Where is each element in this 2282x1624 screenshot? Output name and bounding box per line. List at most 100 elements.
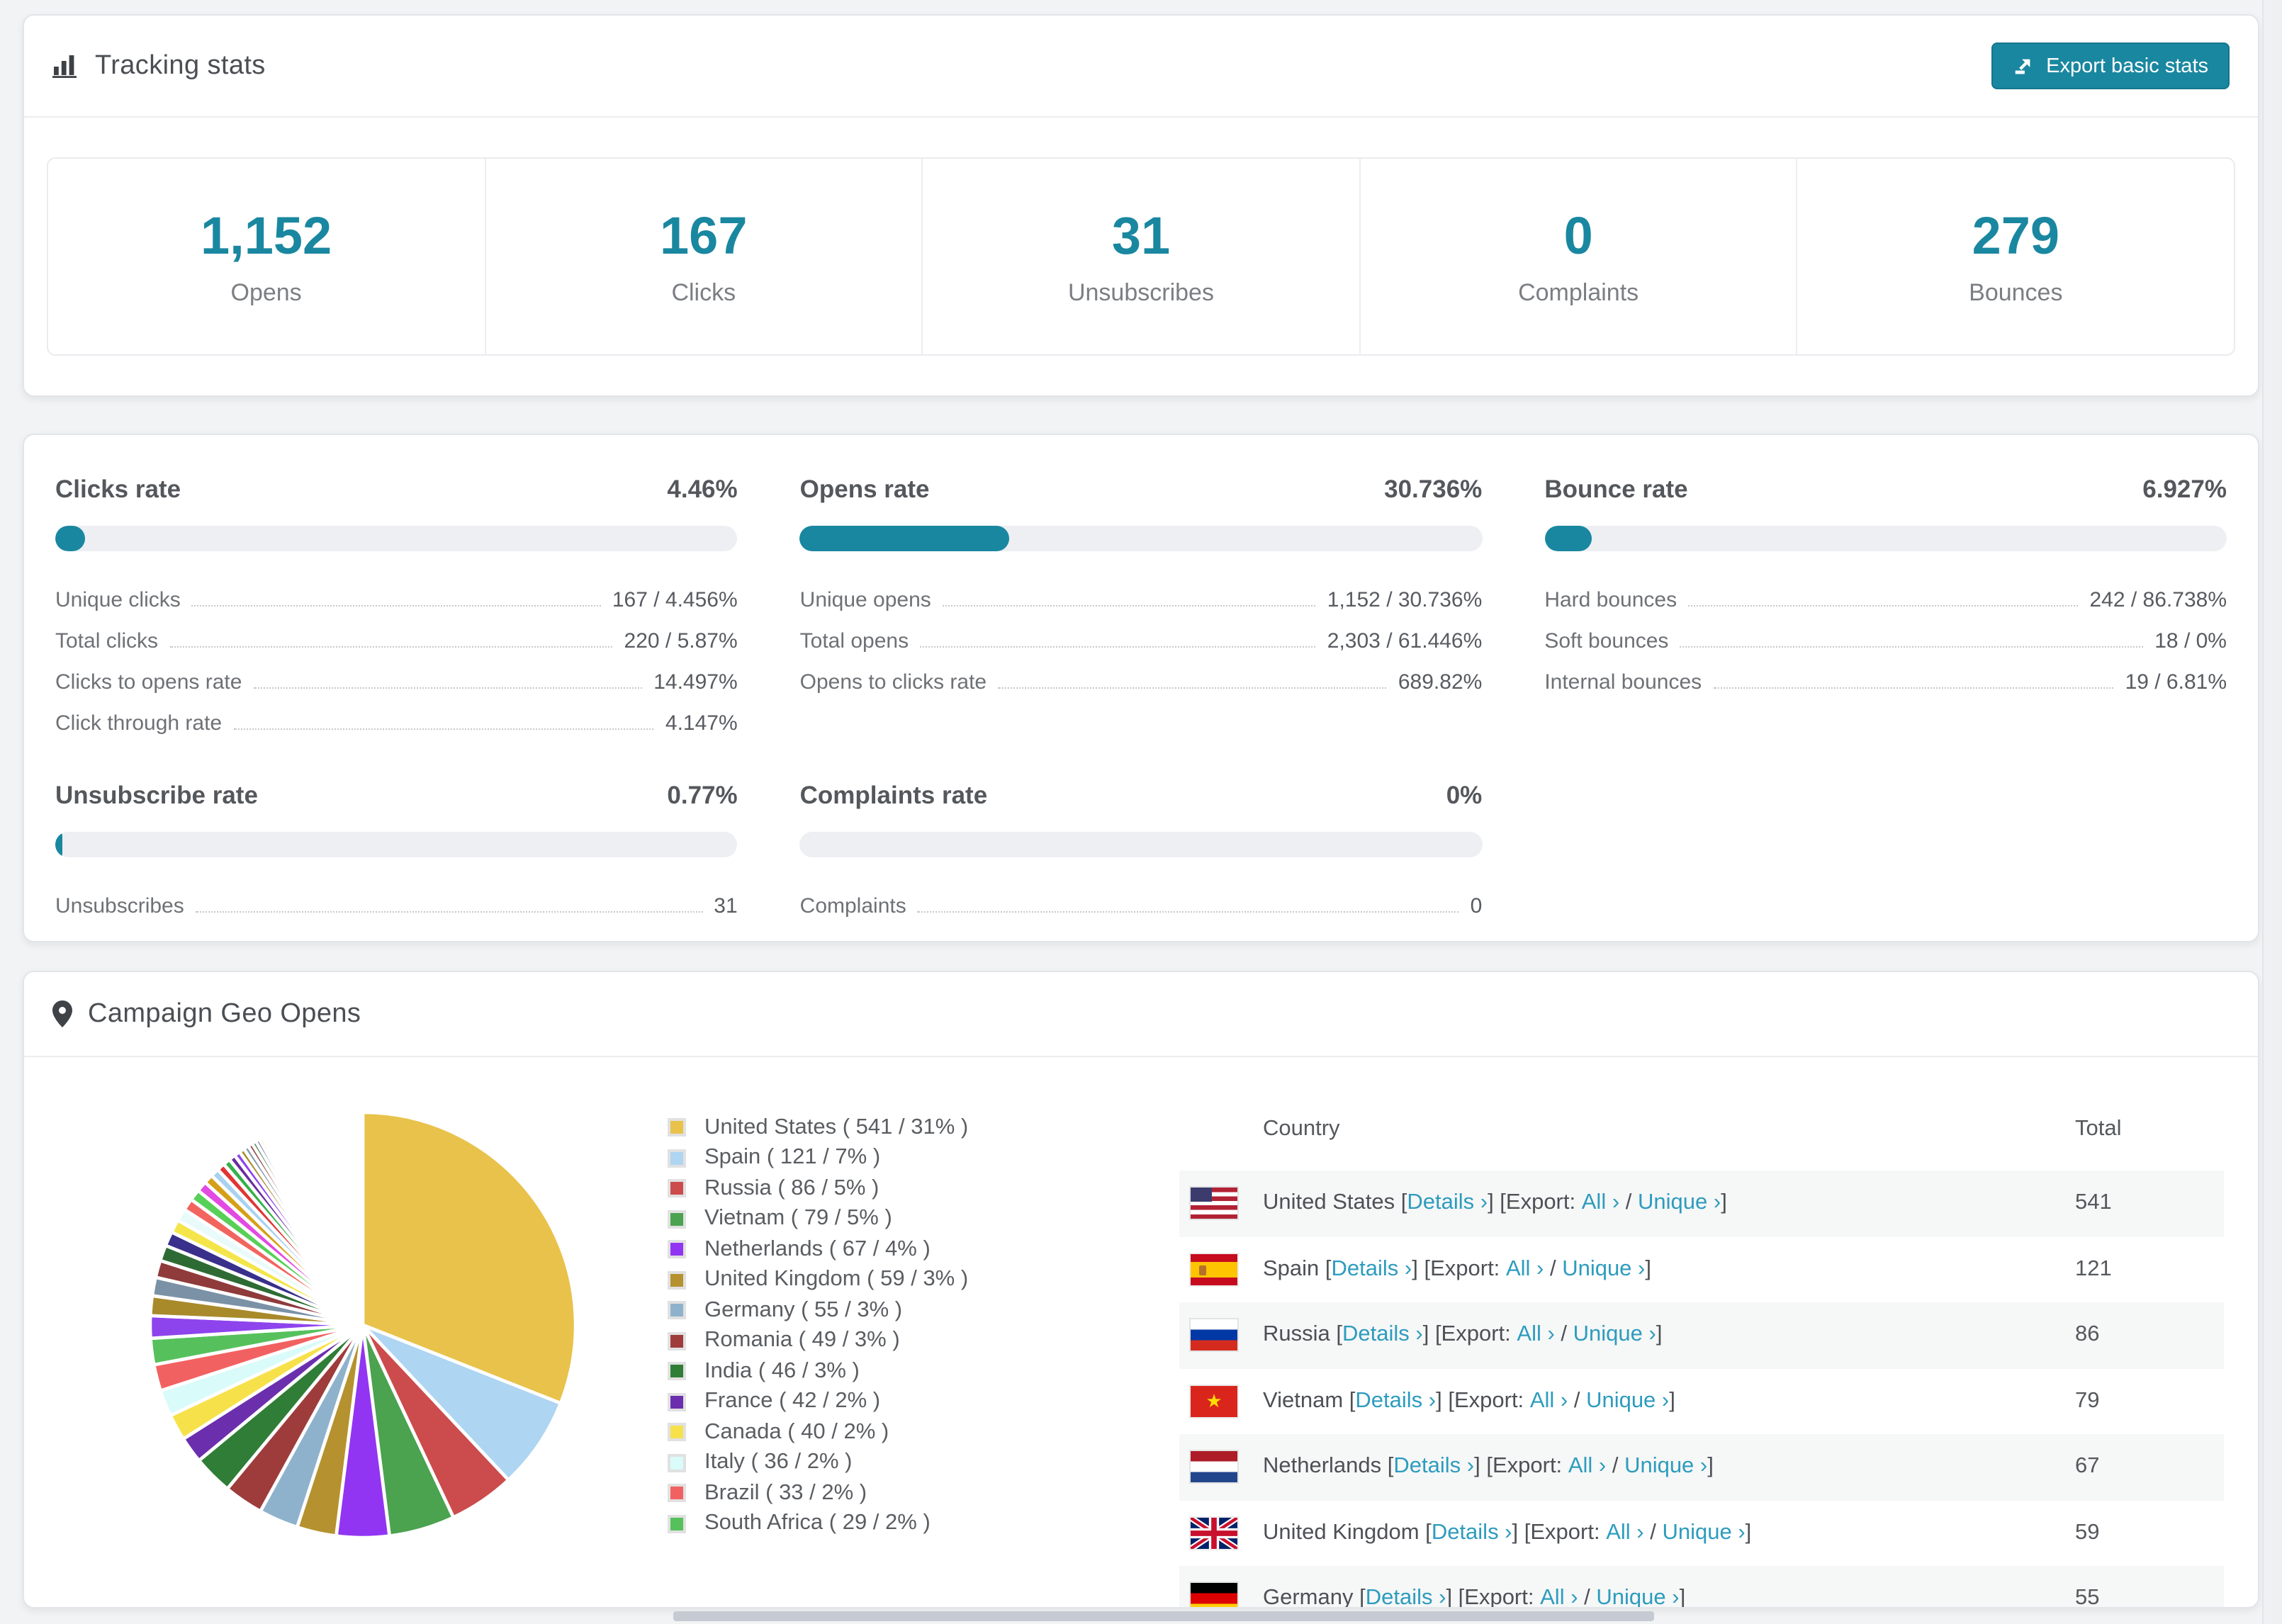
- details-link[interactable]: Details ›: [1432, 1521, 1512, 1546]
- rate-value: 6.927%: [2142, 475, 2227, 503]
- dotted-leader: [1713, 687, 2114, 689]
- rate-value: 0.77%: [667, 781, 738, 809]
- rates-grid: Clicks rate 4.46% Unique clicks 167 / 4.456…: [24, 435, 2258, 918]
- legend-color-swatch: [668, 1453, 686, 1472]
- country-name: Germany [: [1263, 1586, 1366, 1608]
- country-cell: Germany [Details ›] [Export: All › / Uni…: [1179, 1583, 2075, 1608]
- details-link[interactable]: Details ›: [1393, 1455, 1474, 1480]
- export-unique-link[interactable]: Unique ›: [1624, 1455, 1707, 1480]
- stat-box-clicks: 167 Clicks: [485, 159, 923, 354]
- legend-label: Russia ( 86 / 5% ): [704, 1175, 879, 1200]
- rate-title: Bounce rate: [1544, 475, 1688, 503]
- flag-es-icon: [1191, 1253, 1237, 1285]
- export-label: ] [Export:: [1422, 1322, 1517, 1347]
- export-all-link[interactable]: All ›: [1568, 1455, 1606, 1480]
- rate-row-value: 0: [1470, 894, 1483, 918]
- rate-detail-row: Opens to clicks rate 689.82%: [800, 653, 1483, 694]
- geo-table-body: United States [Details ›] [Export: All ›…: [1179, 1171, 2224, 1608]
- rate-row-label: Soft bounces: [1544, 629, 1669, 653]
- details-link[interactable]: Details ›: [1366, 1586, 1446, 1608]
- rate-row-label: Clicks to opens rate: [55, 670, 242, 694]
- rate-progress-fill: [55, 526, 86, 551]
- details-link[interactable]: Details ›: [1407, 1191, 1488, 1217]
- geo-table-row-spain: Spain [Details ›] [Export: All › / Uniqu…: [1179, 1236, 2224, 1302]
- export-unique-link[interactable]: Unique ›: [1586, 1389, 1669, 1414]
- export-basic-stats-button[interactable]: Export basic stats: [1991, 43, 2230, 89]
- tracking-stats-card: Tracking stats Export basic stats 1,152 O…: [23, 14, 2259, 397]
- country-name: Netherlands [: [1263, 1454, 1394, 1479]
- stat-box-complaints: 0 Complaints: [1361, 159, 1798, 354]
- rate-row-label: Hard bounces: [1544, 588, 1677, 612]
- details-link[interactable]: Details ›: [1355, 1389, 1436, 1414]
- export-all-link[interactable]: All ›: [1506, 1257, 1544, 1282]
- stat-label: Complaints: [1518, 278, 1639, 305]
- rate-row-value: 19 / 6.81%: [2125, 670, 2227, 694]
- map-pin-icon: [52, 1000, 72, 1027]
- geo-table-row-germany: Germany [Details ›] [Export: All › / Uni…: [1179, 1566, 2224, 1608]
- legend-label: Brazil ( 33 / 2% ): [704, 1480, 867, 1505]
- rate-detail-row: Clicks to opens rate 14.497%: [55, 653, 738, 694]
- export-label: ] [Export:: [1474, 1454, 1568, 1479]
- rate-detail-row: Total clicks 220 / 5.87%: [55, 612, 738, 653]
- horizontal-scrollbar[interactable]: [673, 1611, 1654, 1621]
- details-link[interactable]: Details ›: [1342, 1323, 1423, 1348]
- export-unique-link[interactable]: Unique ›: [1662, 1521, 1745, 1546]
- rate-row-value: 242 / 86.738%: [2089, 588, 2227, 612]
- export-unique-link[interactable]: Unique ›: [1638, 1191, 1721, 1217]
- rate-progress-fill: [1544, 526, 1592, 551]
- dotted-leader: [998, 687, 1387, 689]
- details-link[interactable]: Details ›: [1332, 1257, 1412, 1282]
- stat-value: 31: [1111, 206, 1171, 264]
- rate-row-value: 689.82%: [1398, 670, 1483, 694]
- rate-value: 0%: [1446, 781, 1483, 809]
- export-all-link[interactable]: All ›: [1530, 1389, 1568, 1414]
- stat-box-opens: 1,152 Opens: [48, 159, 486, 354]
- geo-table-row-netherlands: Netherlands [Details ›] [Export: All › /…: [1179, 1434, 2224, 1500]
- rate-detail-row: Soft bounces 18 / 0%: [1544, 612, 2227, 653]
- slash-separator: /: [1544, 1256, 1563, 1281]
- rate-title: Unsubscribe rate: [55, 781, 258, 809]
- total-cell: 541: [2075, 1190, 2112, 1215]
- legend-item-canada: Canada ( 40 / 2% ): [668, 1417, 968, 1448]
- export-unique-link[interactable]: Unique ›: [1573, 1323, 1656, 1348]
- rate-progress-bar: [799, 526, 1483, 551]
- legend-item-netherlands: Netherlands ( 67 / 4% ): [668, 1234, 968, 1265]
- rate-block-complaints-rate: Complaints rate 0% Complaints 0: [799, 781, 1483, 918]
- dotted-leader: [253, 687, 643, 689]
- rate-row-label: Total clicks: [55, 629, 159, 653]
- country-cell: Spain [Details ›] [Export: All › / Uniqu…: [1179, 1253, 2075, 1285]
- geo-table-row-united-kingdom: United Kingdom [Details ›] [Export: All …: [1179, 1500, 2224, 1566]
- legend-label: United States ( 541 / 31% ): [704, 1115, 969, 1139]
- export-label: ] [Export:: [1446, 1586, 1541, 1608]
- export-all-link[interactable]: All ›: [1517, 1323, 1554, 1348]
- export-all-link[interactable]: All ›: [1606, 1521, 1643, 1546]
- rate-progress-bar: [799, 832, 1483, 857]
- country-cell: United States [Details ›] [Export: All ›…: [1179, 1188, 2075, 1219]
- legend-item-france: France ( 42 / 2% ): [668, 1387, 968, 1417]
- export-all-link[interactable]: All ›: [1540, 1586, 1578, 1608]
- legend-label: Spain ( 121 / 7% ): [704, 1145, 881, 1170]
- legend-color-swatch: [668, 1240, 686, 1259]
- export-unique-link[interactable]: Unique ›: [1596, 1586, 1679, 1608]
- dotted-leader: [1680, 646, 2144, 648]
- dotted-leader: [191, 605, 601, 607]
- stats-summary-row: 1,152 Opens 167 Clicks 31 Unsubscribes 0 Compla…: [47, 157, 2235, 356]
- tracking-stats-header: Tracking stats Export basic stats: [24, 16, 2258, 118]
- rate-progress-bar: [55, 526, 738, 551]
- rate-row-value: 1,152 / 30.736%: [1327, 588, 1483, 612]
- legend-item-italy: Italy ( 36 / 2% ): [668, 1448, 968, 1478]
- export-unique-link[interactable]: Unique ›: [1562, 1257, 1645, 1282]
- rate-row-label: Internal bounces: [1544, 670, 1702, 694]
- legend-color-swatch: [668, 1149, 686, 1168]
- rate-row-value: 4.147%: [665, 711, 738, 735]
- slash-separator: /: [1568, 1388, 1587, 1413]
- rate-progress-bar: [1544, 526, 2227, 551]
- legend-label: India ( 46 / 3% ): [704, 1358, 860, 1383]
- rate-detail-row: Unique opens 1,152 / 30.736%: [800, 571, 1483, 612]
- legend-color-swatch: [668, 1331, 686, 1350]
- export-all-link[interactable]: All ›: [1582, 1191, 1619, 1217]
- rate-detail-row: Complaints 0: [800, 877, 1483, 918]
- geo-table: Country Total United States [Details ›] …: [1179, 1057, 2224, 1608]
- dotted-leader: [169, 646, 613, 648]
- vertical-scrollbar[interactable]: [2262, 0, 2282, 1624]
